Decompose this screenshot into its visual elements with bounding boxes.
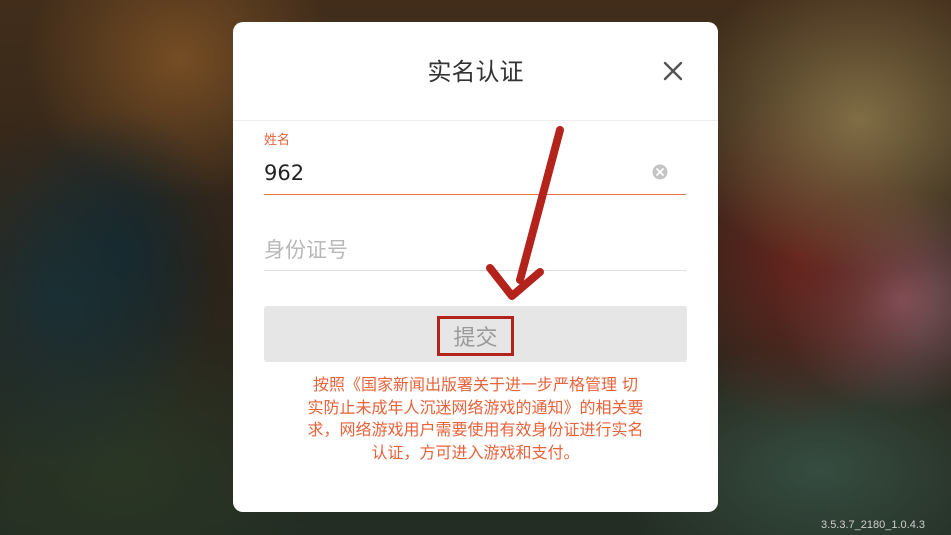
annotation-highlight-box — [437, 316, 514, 356]
notice-line: 求，网络游戏用户需要使用有效身份证进行实名 — [307, 420, 644, 439]
name-field-underline — [264, 194, 686, 195]
real-name-dialog: 实名认证 姓名 提交 按照《国家新闻出版署关于进一步严格管理 切 实防止未成年人… — [233, 22, 718, 512]
dialog-title: 实名认证 — [427, 58, 524, 86]
id-field-underline — [264, 270, 686, 271]
notice-line: 认证，方可进入游戏和支付。 — [371, 442, 580, 462]
anti-addiction-notice: 按照《国家新闻出版署关于进一步严格管理 切 实防止未成年人沉迷网络游戏的通知》的… — [273, 374, 678, 464]
close-icon[interactable] — [662, 60, 684, 82]
dialog-header: 实名认证 — [233, 22, 718, 121]
id-number-input[interactable] — [264, 232, 684, 268]
notice-line: 实防止未成年人沉迷网络游戏的通知》的相关要 — [307, 397, 644, 417]
name-field-label: 姓名 — [264, 133, 291, 148]
clear-input-icon[interactable] — [652, 164, 668, 180]
name-input[interactable] — [264, 156, 654, 190]
notice-line: 按照《国家新闻出版署关于进一步严格管理 切 — [312, 375, 639, 394]
version-label: 3.5.3.7_2180_1.0.4.3 — [821, 519, 925, 531]
